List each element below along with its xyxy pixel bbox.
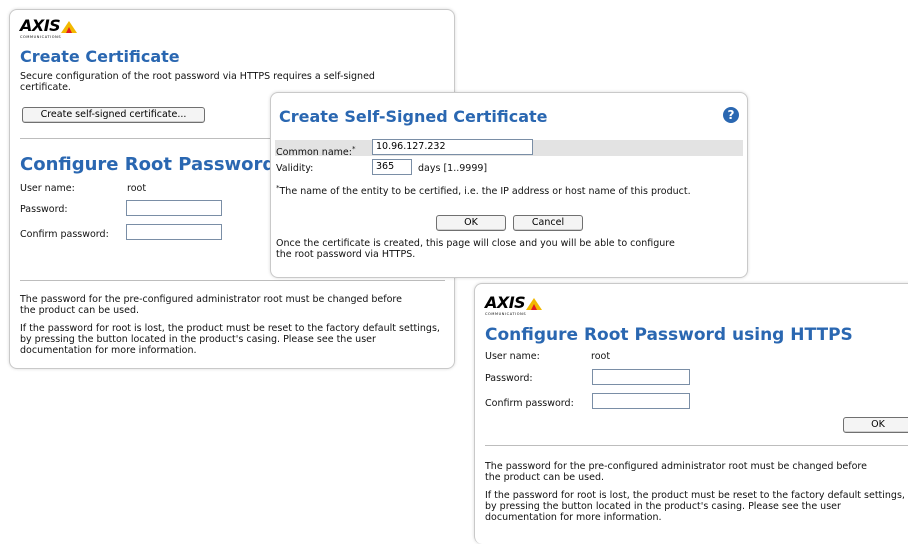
create-certificate-description: Secure configuration of the root passwor… <box>20 71 375 93</box>
common-name-label: Common name:* <box>276 145 356 159</box>
axis-logo: AXIS COMMUNICATIONS <box>485 295 543 316</box>
dialog-info-text: Once the certificate is created, this pa… <box>276 238 675 260</box>
axis-logo: AXIS COMMUNICATIONS <box>20 18 78 39</box>
password-label: Password: <box>485 373 533 384</box>
create-certificate-title: Create Certificate <box>20 47 180 66</box>
password-change-note: The password for the pre-configured admi… <box>20 294 402 316</box>
create-self-signed-certificate-button[interactable]: Create self-signed certificate... <box>22 107 205 123</box>
ok-button[interactable]: OK <box>436 215 506 231</box>
configure-root-password-title: Configure Root Password <box>20 154 276 175</box>
user-name-label: User name: <box>485 351 540 362</box>
axis-logo-triangle-icon <box>61 21 78 33</box>
common-name-field[interactable]: 10.96.127.232 <box>372 139 533 155</box>
divider <box>485 445 908 447</box>
axis-logo-triangle-icon <box>526 298 543 310</box>
password-label: Password: <box>20 204 68 215</box>
password-change-note: The password for the pre-configured admi… <box>485 461 867 483</box>
dialog-title: Create Self-Signed Certificate <box>279 107 548 126</box>
common-name-footnote: *The name of the entity to be certified,… <box>276 184 691 198</box>
configure-root-password-https-title: Configure Root Password using HTTPS <box>485 325 853 345</box>
password-field[interactable] <box>592 369 690 385</box>
confirm-password-field[interactable] <box>592 393 690 409</box>
password-reset-note: If the password for root is lost, the pr… <box>20 323 440 356</box>
password-field[interactable] <box>126 200 222 216</box>
configure-root-password-https-panel: AXIS COMMUNICATIONS Configure Root Passw… <box>474 283 908 544</box>
cancel-button[interactable]: Cancel <box>513 215 583 231</box>
validity-label: Validity: <box>276 163 314 174</box>
user-name-label: User name: <box>20 183 75 194</box>
help-icon[interactable]: ? <box>723 107 739 123</box>
confirm-password-label: Confirm password: <box>485 398 574 409</box>
divider <box>20 280 445 282</box>
ok-button[interactable]: OK <box>843 417 908 433</box>
validity-field[interactable]: 365 <box>372 159 412 175</box>
confirm-password-label: Confirm password: <box>20 229 109 240</box>
user-name-value: root <box>591 351 611 362</box>
create-self-signed-certificate-dialog: Create Self-Signed Certificate ? Common … <box>270 92 748 278</box>
confirm-password-field[interactable] <box>126 224 222 240</box>
password-reset-note: If the password for root is lost, the pr… <box>485 490 905 523</box>
validity-hint: days [1..9999] <box>418 163 488 174</box>
user-name-value: root <box>127 183 147 194</box>
